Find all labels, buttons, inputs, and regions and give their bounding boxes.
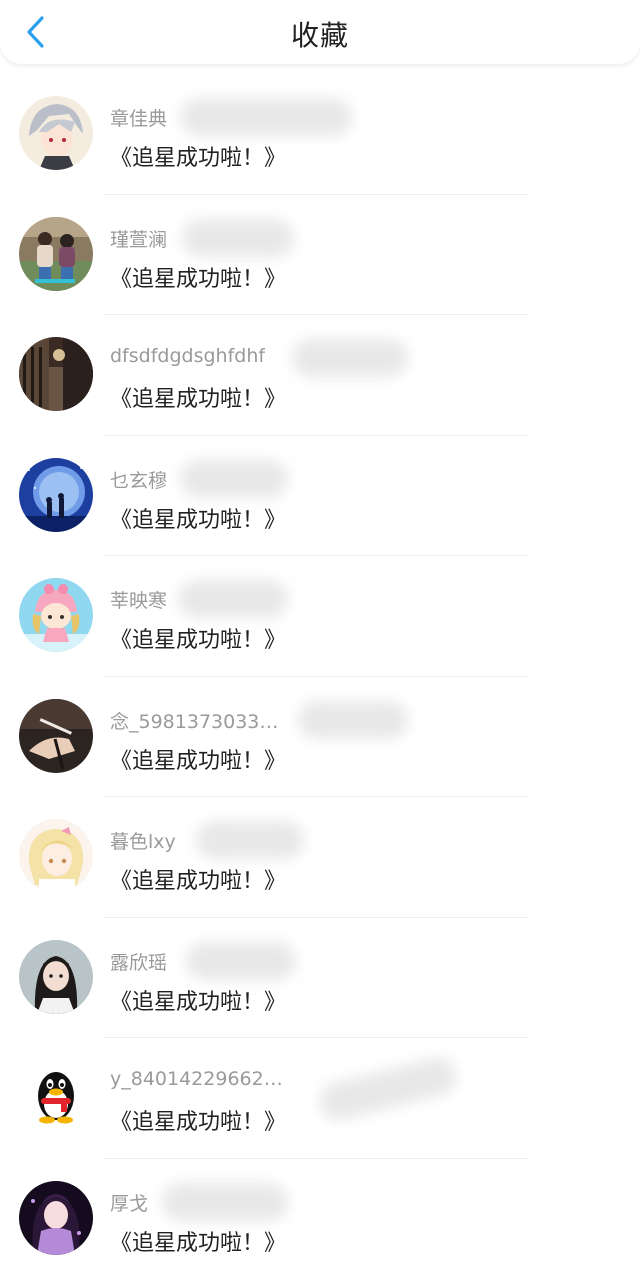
item-subtitle: 《追星成功啦！》 <box>110 984 286 1016</box>
fantasy-girl-avatar[interactable] <box>19 1181 93 1255</box>
blurred-region <box>292 339 408 377</box>
page-title: 收藏 <box>0 14 640 54</box>
item-subtitle: 《追星成功啦！》 <box>110 1104 286 1136</box>
item-username: 念_5981373033… <box>110 707 278 734</box>
item-username: 露欣瑶 <box>110 948 167 975</box>
item-subtitle: 《追星成功啦！》 <box>110 863 286 895</box>
blurred-region <box>180 98 352 136</box>
item-subtitle: 《追星成功啦！》 <box>110 622 286 654</box>
item-subtitle: 《追星成功啦！》 <box>110 502 286 534</box>
item-username: y_840142296626… <box>110 1068 290 1090</box>
blurred-region <box>180 460 288 498</box>
blurred-region <box>196 821 304 859</box>
blurred-region <box>182 219 294 257</box>
anime-boy-avatar[interactable] <box>19 96 93 170</box>
blurred-region <box>178 580 288 618</box>
favorites-list: 章佳典 《追星成功啦！》 瑾萱澜 《追星成功啦！》 <box>0 74 640 1279</box>
list-item[interactable]: 念_5981373033… 《追星成功啦！》 <box>0 677 640 798</box>
qq-penguin-avatar[interactable] <box>19 1060 93 1134</box>
item-subtitle: 《追星成功啦！》 <box>110 140 286 172</box>
list-item[interactable]: y_840142296626… 《追星成功啦！》 <box>0 1038 640 1159</box>
item-username: 乜玄穆 <box>110 466 167 493</box>
item-subtitle: 《追星成功啦！》 <box>110 381 286 413</box>
blurred-region <box>298 701 408 739</box>
list-item[interactable]: 章佳典 《追星成功啦！》 <box>0 74 640 195</box>
item-subtitle: 《追星成功啦！》 <box>110 261 286 293</box>
item-username: 瑾萱澜 <box>110 225 167 252</box>
blurred-region <box>315 1054 460 1125</box>
anime-girl-avatar[interactable] <box>19 819 93 893</box>
moon-couple-avatar[interactable] <box>19 458 93 532</box>
blurred-region <box>186 942 296 980</box>
item-subtitle: 《追星成功啦！》 <box>110 1225 286 1257</box>
hand-cigarette-avatar[interactable] <box>19 699 93 773</box>
girl-photo-avatar[interactable] <box>19 940 93 1014</box>
item-username: 厚戈 <box>110 1189 148 1216</box>
item-username: 莘映寒 <box>110 586 167 613</box>
list-item[interactable]: 莘映寒 《追星成功啦！》 <box>0 556 640 677</box>
top-bar: 收藏 <box>0 0 640 64</box>
blurred-region <box>162 1183 288 1221</box>
item-subtitle: 《追星成功啦！》 <box>110 743 286 775</box>
item-username: 章佳典 <box>110 104 167 131</box>
cartoon-girl-avatar[interactable] <box>19 578 93 652</box>
kids-photo-avatar[interactable] <box>19 217 93 291</box>
list-item[interactable]: 乜玄穆 《追星成功啦！》 <box>0 436 640 557</box>
list-item[interactable]: 瑾萱澜 《追星成功啦！》 <box>0 195 640 316</box>
night-street-avatar[interactable] <box>19 337 93 411</box>
list-item[interactable]: 厚戈 《追星成功啦！》 <box>0 1159 640 1279</box>
list-item[interactable]: 暮色lxy 《追星成功啦！》 <box>0 797 640 918</box>
list-item[interactable]: dfsdfdgdsghfdhf 《追星成功啦！》 <box>0 315 640 436</box>
item-username: 暮色lxy <box>110 827 176 854</box>
list-item[interactable]: 露欣瑶 《追星成功啦！》 <box>0 918 640 1039</box>
item-username: dfsdfdgdsghfdhf <box>110 345 265 367</box>
